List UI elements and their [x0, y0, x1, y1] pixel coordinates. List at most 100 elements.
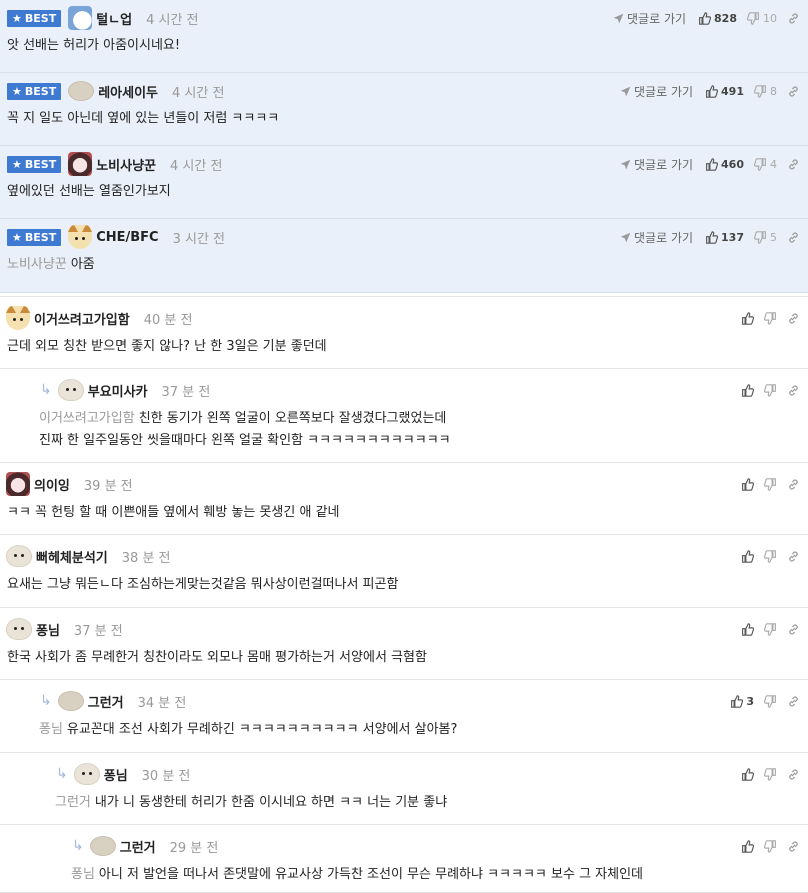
send-icon	[620, 86, 631, 97]
best-badge-label: BEST	[24, 157, 57, 171]
goto-comment-label: 댓글로 가기	[634, 157, 694, 172]
user-nickname[interactable]: 의이잉	[34, 475, 70, 494]
upvote-button[interactable]: 828	[698, 12, 737, 25]
user-nickname[interactable]: 부요미사카	[88, 381, 148, 400]
link-icon[interactable]	[787, 695, 800, 708]
user-nickname[interactable]: 뻐헤체분석기	[36, 547, 108, 566]
user-nickname[interactable]: 퐁님	[36, 620, 60, 639]
mention-link[interactable]: 노비사냥꾼	[7, 257, 67, 272]
mention-link[interactable]: 퐁님	[71, 867, 95, 882]
upvote-button[interactable]	[741, 311, 754, 325]
downvote-button[interactable]	[764, 622, 777, 636]
user-nickname[interactable]: 퐁님	[104, 765, 128, 784]
comment-actions	[741, 832, 800, 860]
link-icon[interactable]	[787, 85, 800, 98]
user-nickname[interactable]: 노비사냥꾼	[96, 155, 156, 174]
goto-comment-link[interactable]: 댓글로 가기	[620, 229, 693, 246]
upvote-button[interactable]	[741, 549, 754, 563]
thumbs-up-icon	[741, 477, 754, 491]
downvote-button[interactable]	[764, 311, 777, 325]
downvote-button[interactable]	[764, 839, 777, 853]
comment-body: 퐁님 유교꼰대 조선 사회가 무례하긴 ㅋㅋㅋㅋㅋㅋㅋㅋㅋㅋ 서양에서 살아봄?	[0, 719, 808, 741]
star-icon: ★	[12, 230, 22, 244]
comment-body: ㅋㅋ 꼭 헌팅 할 때 이쁜애들 옆에서 훼방 놓는 못생긴 애 같네	[0, 502, 808, 524]
downvote-count: 4	[770, 157, 777, 171]
comment-body: 한국 사회가 좀 무례한거 칭찬이라도 외모나 몸매 평가하는거 서양에서 극혐…	[0, 647, 808, 669]
thumbs-up-icon	[705, 230, 719, 244]
upvote-button[interactable]: 3	[730, 695, 754, 708]
comment-header: ↳ 그런거 29 분 전	[0, 832, 808, 860]
downvote-button[interactable]	[764, 694, 777, 708]
downvote-button[interactable]: 8	[754, 85, 777, 98]
downvote-button[interactable]	[764, 383, 777, 397]
goto-comment-link[interactable]: 댓글로 가기	[620, 83, 693, 100]
link-icon[interactable]	[787, 768, 800, 781]
downvote-count: 10	[763, 11, 777, 25]
comment-header: ↳ 부요미사카 37 분 전	[0, 376, 808, 404]
best-badge: ★ BEST	[7, 228, 62, 246]
downvote-button[interactable]	[764, 477, 777, 491]
user-nickname[interactable]: 레아세이두	[98, 82, 158, 101]
downvote-button[interactable]	[764, 549, 777, 563]
downvote-button[interactable]: 4	[754, 158, 777, 171]
downvote-button[interactable]: 10	[747, 12, 777, 25]
upvote-button[interactable]: 137	[705, 231, 744, 244]
goto-comment-link[interactable]: 댓글로 가기	[620, 156, 693, 173]
best-badge: ★ BEST	[7, 155, 62, 173]
link-icon[interactable]	[787, 384, 800, 397]
mention-link[interactable]: 그런거	[55, 795, 91, 810]
downvote-button[interactable]	[764, 767, 777, 781]
thumbs-down-icon	[754, 230, 767, 244]
downvote-count: 5	[770, 230, 777, 244]
upvote-button[interactable]	[741, 622, 754, 636]
avatar-eyes	[13, 554, 25, 558]
user-nickname[interactable]: 그런거	[120, 837, 156, 856]
thumbs-up-icon	[741, 767, 754, 781]
reply-comment: ↳ 그런거 29 분 전퐁님 아니 저 발언을 떠나서 존댓말에 유교사상 가득찬 조…	[0, 825, 808, 893]
best-comment: ★ BEST CHE/BFC 3 시간 전 댓글로 가기 137 5 노비사냥꾼 아줌	[0, 219, 808, 293]
comment-text: 한국 사회가 좀 무례한거 칭찬이라도 외모나 몸매 평가하는거 서양에서 극혐…	[7, 650, 427, 665]
downvote-button[interactable]: 5	[754, 231, 777, 244]
comment-header: ★ BEST CHE/BFC 3 시간 전 댓글로 가기 137 5	[0, 223, 808, 251]
upvote-button[interactable]: 491	[705, 85, 744, 98]
comment-actions: 댓글로 가기 137 5	[620, 223, 800, 251]
link-icon[interactable]	[787, 550, 800, 563]
user-avatar	[57, 379, 84, 401]
link-icon[interactable]	[787, 12, 800, 25]
upvote-button[interactable]	[741, 767, 754, 781]
reply-comment: ↳ 퐁님 30 분 전 그런거 내가 니 동생한테 허리가 한줌 이시네요 하면 ㅋㅋ …	[0, 753, 808, 825]
comment-text: ㅋㅋ 꼭 헌팅 할 때 이쁜애들 옆에서 훼방 놓는 못생긴 애 같네	[7, 505, 340, 520]
comment-header: 의이잉 39 분 전	[0, 470, 808, 498]
comment-actions: 댓글로 가기 460 4	[620, 150, 800, 178]
link-icon[interactable]	[787, 478, 800, 491]
upvote-button[interactable]	[741, 477, 754, 491]
best-comment: ★ BEST 노비사냥꾼 4 시간 전 댓글로 가기 460 4 옆에있던 선배는 열줌인가보…	[0, 146, 808, 219]
user-nickname[interactable]: 그런거	[88, 692, 124, 711]
thumbs-down-icon	[764, 311, 777, 325]
user-nickname[interactable]: 털ㄴ업	[96, 9, 132, 28]
upvote-button[interactable]	[741, 383, 754, 397]
link-icon[interactable]	[787, 623, 800, 636]
link-icon[interactable]	[787, 312, 800, 325]
link-icon[interactable]	[787, 231, 800, 244]
upvote-button[interactable]: 460	[705, 158, 744, 171]
comment-time: 34 분 전	[137, 695, 187, 711]
comment-time: 38 분 전	[121, 550, 171, 566]
comment-time: 37 분 전	[73, 623, 123, 639]
mention-link[interactable]: 퐁님	[39, 722, 63, 737]
user-nickname[interactable]: CHE/BFC	[96, 230, 158, 245]
upvote-button[interactable]	[741, 839, 754, 853]
thumbs-down-icon	[747, 11, 760, 25]
thumbs-up-icon	[705, 157, 719, 171]
comment-time: 40 분 전	[143, 312, 193, 328]
comment-actions: 댓글로 가기 491 8	[620, 77, 800, 105]
thumbs-down-icon	[764, 477, 777, 491]
link-icon[interactable]	[787, 158, 800, 171]
comment-body: 퐁님 아니 저 발언을 떠나서 존댓말에 유교사상 가득찬 조선이 무슨 무례하냐…	[0, 864, 808, 886]
mention-link[interactable]: 이거쓰려고가입함	[39, 411, 135, 426]
comment-header: 뻐헤체분석기 38 분 전	[0, 542, 808, 570]
comment-actions: 3	[730, 687, 800, 715]
link-icon[interactable]	[787, 840, 800, 853]
user-nickname[interactable]: 이거쓰려고가입함	[34, 309, 130, 328]
goto-comment-link[interactable]: 댓글로 가기	[613, 10, 686, 27]
